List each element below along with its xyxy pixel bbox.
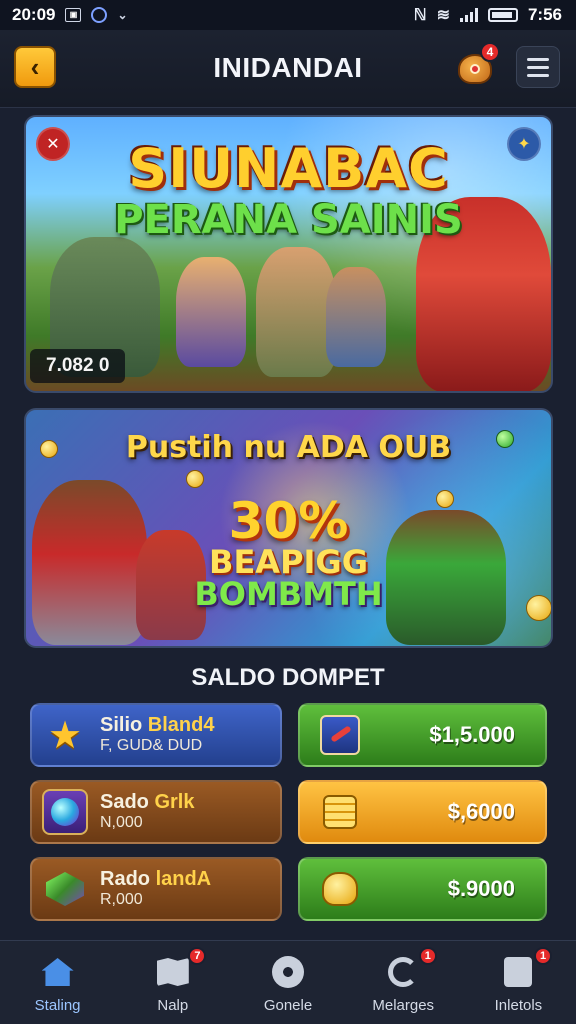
battery-icon [487,8,518,22]
wallet-card-sub: N,000 [100,814,143,831]
amount-button-1[interactable]: $1,5.000 [298,703,547,767]
nav-item-home[interactable]: Staling [0,941,115,1024]
nav-label: Staling [34,997,81,1014]
promo-text: 30% BEAPIGG BOMBMTH [26,496,551,610]
event-banner-2[interactable]: Pustih nu ADA OUB 30% BEAPIGG BOMBMTH [24,408,553,648]
event-banner-1[interactable]: ✕ ✦ SIUNABAC PERANA SAINIS 7.082 0 [24,115,553,393]
wallet-card-sub: R,000 [100,891,143,908]
coins-icon [318,790,362,834]
wallet-card-3[interactable]: Rado landA R,000 [30,857,282,921]
wallet-card-name: Sado Grlk [100,791,195,813]
nav-badge: 1 [534,947,553,965]
nav-label: Inletols [494,997,543,1014]
nav-item-inventory[interactable]: 1 Inletols [461,941,576,1024]
amount-value: $1,5.000 [429,722,515,747]
wallet-card-2[interactable]: Sado Grlk N,000 [30,780,282,844]
money-bag-icon [318,867,362,911]
nav-item-map[interactable]: 7 Nalp [115,941,230,1024]
hamburger-icon [527,57,549,61]
nav-label: Gonele [263,997,313,1014]
bottom-nav: Staling 7 Nalp Gonele 1 Melarges 1 Inlet… [0,940,576,1024]
wifi-icon: ≋ [436,7,450,24]
sync-icon [91,7,108,23]
hero-archer-art [176,257,246,367]
inventory-bag-button[interactable]: 4 [454,42,500,88]
amount-value: $.9000 [447,876,515,901]
amount-button-2[interactable]: $,6000 [298,780,547,844]
status-time-left: 20:09 [12,5,56,24]
nfc-icon: ℕ [413,7,427,24]
menu-button[interactable] [516,46,560,88]
gear-icon [270,955,306,989]
ring-icon [385,955,421,989]
nav-label: Nalp [157,997,189,1014]
wallet-card-name: Rado landA [100,868,212,890]
promo-percent: 30% [228,492,349,550]
coin-icon [186,470,204,488]
hero-mage-art [326,267,386,367]
status-bar: 20:09 ▣ ⌄ ℕ ≋ 7:56 [0,0,576,30]
nav-badge: 1 [418,947,437,965]
banner1-subtitle: PERANA SAINIS [114,197,463,243]
box-icon [500,955,536,989]
wallet-card-sub: F, GUD& DUD [100,737,203,754]
app-header: ‹ INIDANDAI 4 [0,30,576,108]
bag-badge: 4 [480,42,500,62]
banner1-counter: 7.082 0 [30,349,126,383]
wallet-card-1[interactable]: ★ Silio Bland4 F, GUD& DUD [30,703,282,767]
promo-line-3: BOMBMTH [194,575,383,613]
gem-icon [42,866,88,912]
banner1-title: SIUNABAC [128,137,449,200]
status-time-right: 7:56 [527,5,562,24]
nav-item-settings[interactable]: Gonele [230,941,345,1024]
home-icon [40,955,76,989]
orb-icon [42,789,88,835]
banner2-title: Pustih nu ADA OUB [125,430,452,465]
signal-icon [459,8,478,22]
hero-warrior-art [256,247,336,377]
map-icon [155,955,191,989]
scroll-icon [318,713,362,757]
nav-badge: 7 [188,947,207,965]
amount-value: $,6000 [447,799,515,824]
chevron-down-icon: ⌄ [117,8,128,22]
amount-button-3[interactable]: $.9000 [298,857,547,921]
wallet-section-title: SALDO DOMPET [191,664,385,691]
wallet-card-name: Silio Bland4 [100,714,215,736]
nav-label: Melarges [372,997,435,1014]
nav-item-messages[interactable]: 1 Melarges [346,941,461,1024]
notification-icon: ▣ [65,8,82,22]
promo-line-2: BEAPIGG [209,543,368,581]
star-icon: ★ [47,714,83,757]
